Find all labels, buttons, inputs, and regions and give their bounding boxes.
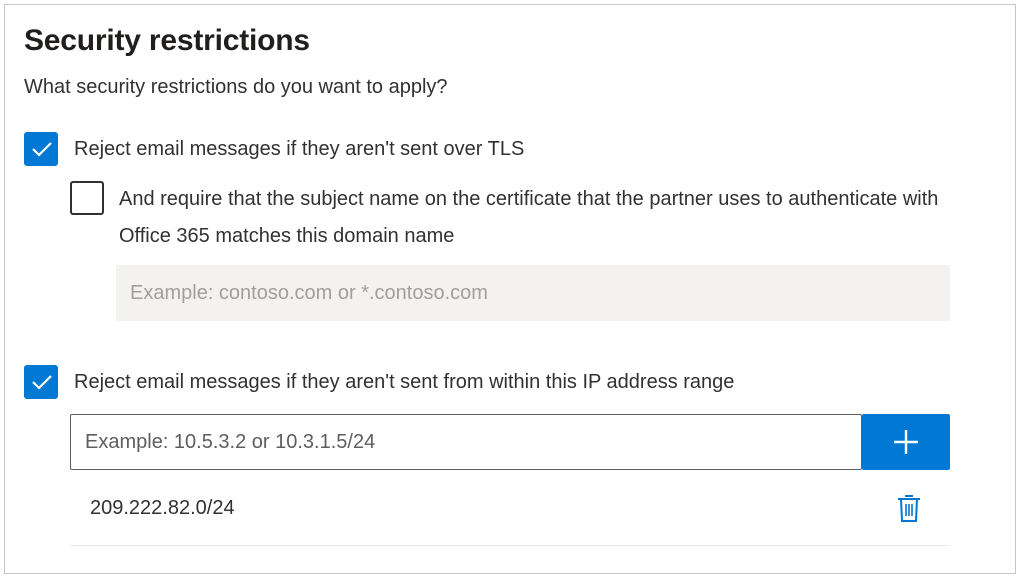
ip-range-checkbox[interactable] — [24, 365, 58, 399]
certificate-checkbox-label[interactable]: And require that the subject name on the… — [119, 181, 959, 255]
ip-range-item: 209.222.82.0/24 — [90, 497, 235, 519]
add-ip-button[interactable] — [862, 414, 950, 470]
certificate-checkbox[interactable] — [70, 181, 104, 215]
ip-range-checkbox-label[interactable]: Reject email messages if they aren't sen… — [74, 364, 734, 400]
list-divider — [70, 545, 950, 546]
trash-icon — [898, 495, 920, 522]
checkmark-icon — [32, 375, 52, 390]
domain-name-input[interactable] — [116, 265, 950, 321]
checkmark-icon — [32, 142, 52, 157]
section-title: Security restrictions — [24, 24, 310, 57]
delete-ip-button[interactable] — [896, 493, 922, 523]
tls-checkbox-label[interactable]: Reject email messages if they aren't sen… — [74, 131, 524, 167]
plus-icon — [894, 430, 918, 454]
ip-address-input[interactable] — [70, 414, 862, 470]
tls-checkbox[interactable] — [24, 132, 58, 166]
section-subtitle: What security restrictions do you want t… — [24, 76, 448, 98]
